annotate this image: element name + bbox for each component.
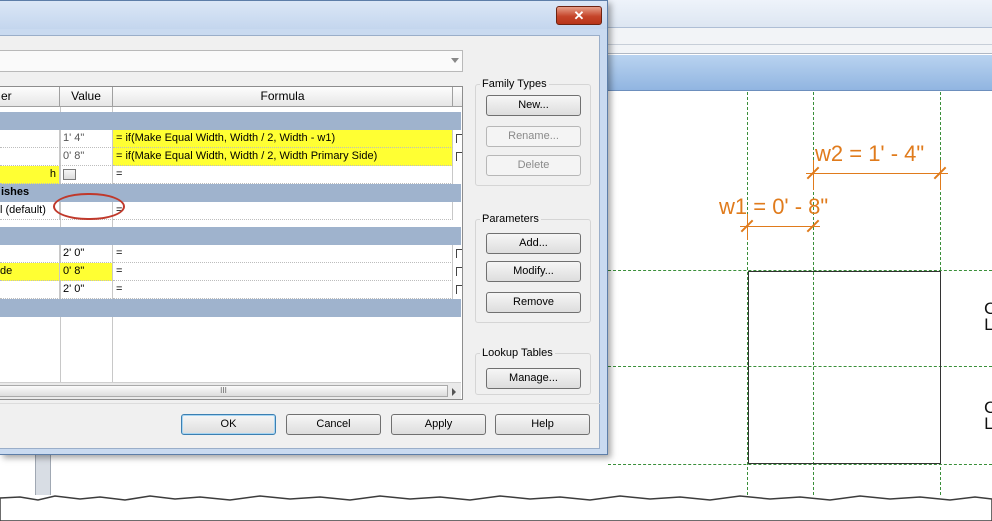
close-icon: ✕ [573, 7, 585, 23]
parameters-group-title: Parameters [480, 213, 541, 225]
group-header-row[interactable] [0, 227, 461, 245]
lock-checkbox[interactable] [456, 134, 462, 143]
lookup-tables-group-title: Lookup Tables [480, 347, 555, 359]
family-types-group-title: Family Types [480, 78, 549, 90]
rename-type-button[interactable]: Rename... [486, 126, 581, 147]
dimension-w1-line[interactable] [740, 226, 820, 227]
parameter-formula-cell[interactable]: = [113, 202, 453, 220]
parameter-name-cell[interactable] [0, 245, 60, 263]
make-equal-width-checkbox[interactable] [63, 169, 76, 180]
parameter-formula-cell[interactable]: = if(Make Equal Width, Width / 2, Width … [113, 148, 453, 166]
lock-checkbox[interactable] [456, 267, 462, 276]
window-outline[interactable] [748, 271, 941, 272]
background-scrollbar [35, 455, 51, 495]
parameter-value-cell[interactable]: 2' 0" [60, 245, 113, 263]
ok-button[interactable]: OK [181, 414, 276, 435]
highlight-callout-oval [53, 193, 125, 220]
add-parameter-button[interactable]: Add... [486, 233, 581, 254]
parameter-value-cell[interactable]: 1' 4" [60, 130, 113, 148]
cancel-button[interactable]: Cancel [286, 414, 381, 435]
reference-plane[interactable] [608, 366, 992, 367]
dialog-client-area: er Value Formula 1' 4" = if(Make Equal W… [0, 35, 600, 449]
lock-checkbox[interactable] [456, 249, 462, 258]
dimension-w2-witness [813, 160, 814, 190]
scrollbar-thumb[interactable]: III [0, 385, 448, 397]
parameter-name-cell[interactable] [0, 148, 60, 166]
new-type-button[interactable]: New... [486, 95, 581, 116]
apply-button[interactable]: Apply [391, 414, 486, 435]
remove-parameter-button[interactable]: Remove [486, 292, 581, 313]
type-name-dropdown[interactable] [0, 50, 463, 72]
help-button[interactable]: Help [495, 414, 590, 435]
lock-checkbox[interactable] [456, 285, 462, 294]
scroll-right-icon[interactable] [452, 388, 456, 396]
delete-type-button[interactable]: Delete [486, 155, 581, 176]
column-header-formula[interactable]: Formula [113, 87, 453, 107]
window-outline[interactable] [940, 271, 941, 464]
parameter-value-cell[interactable]: 2' 0" [60, 281, 113, 299]
column-header-lock[interactable] [453, 87, 462, 107]
reference-plane[interactable] [608, 464, 992, 465]
column-header-parameter[interactable]: er [0, 87, 60, 107]
parameter-formula-cell[interactable]: = [113, 281, 453, 299]
group-header-row[interactable] [0, 299, 461, 317]
cropped-tag-text: L [984, 315, 992, 334]
parameters-grid: er Value Formula 1' 4" = if(Make Equal W… [0, 86, 463, 400]
chevron-down-icon [451, 58, 459, 63]
parameter-formula-cell[interactable]: = [113, 166, 453, 184]
cropped-tag-text: C [984, 299, 992, 318]
cropped-tag-text: L [984, 414, 992, 433]
parameter-formula-cell[interactable]: = [113, 263, 453, 281]
reference-plane[interactable] [813, 92, 814, 495]
window-outline[interactable] [748, 271, 749, 464]
torn-edge-decoration [0, 495, 992, 521]
parameter-value-cell[interactable]: 0' 8" [60, 263, 113, 281]
parameter-name-cell[interactable]: l (default) [0, 202, 60, 220]
revit-options-bar [600, 28, 992, 54]
parameter-formula-cell[interactable]: = if(Make Equal Width, Width / 2, Width … [113, 130, 453, 148]
dimension-w1-label[interactable]: w1 = 0' - 8" [719, 194, 828, 220]
dialog-divider [0, 403, 600, 404]
dimension-w2-label[interactable]: w2 = 1' - 4" [815, 141, 924, 167]
dimension-w2-line[interactable] [806, 173, 948, 174]
family-types-dialog: ✕ er Value Formula 1' 4" = if(Make Equal… [0, 0, 608, 455]
modify-parameter-button[interactable]: Modify... [486, 261, 581, 282]
lock-checkbox[interactable] [456, 152, 462, 161]
column-header-value[interactable]: Value [60, 87, 113, 107]
parameter-name-cell[interactable]: de [0, 263, 60, 281]
horizontal-scrollbar[interactable]: III [0, 382, 461, 399]
manage-lookup-tables-button[interactable]: Manage... [486, 368, 581, 389]
parameter-value-cell[interactable]: 0' 8" [60, 148, 113, 166]
dimension-w2-witness [940, 160, 941, 190]
window-outline[interactable] [748, 463, 941, 464]
parameter-name-cell[interactable] [0, 281, 60, 299]
revit-view-tab-strip [600, 55, 992, 91]
close-button[interactable]: ✕ [556, 6, 602, 25]
parameter-name-cell[interactable] [0, 130, 60, 148]
cropped-tag-text: C [984, 398, 992, 417]
parameter-name-cell[interactable]: h [0, 166, 60, 184]
parameter-formula-cell[interactable]: = [113, 245, 453, 263]
group-header-row[interactable] [0, 112, 461, 130]
dialog-title-bar[interactable] [0, 1, 607, 29]
